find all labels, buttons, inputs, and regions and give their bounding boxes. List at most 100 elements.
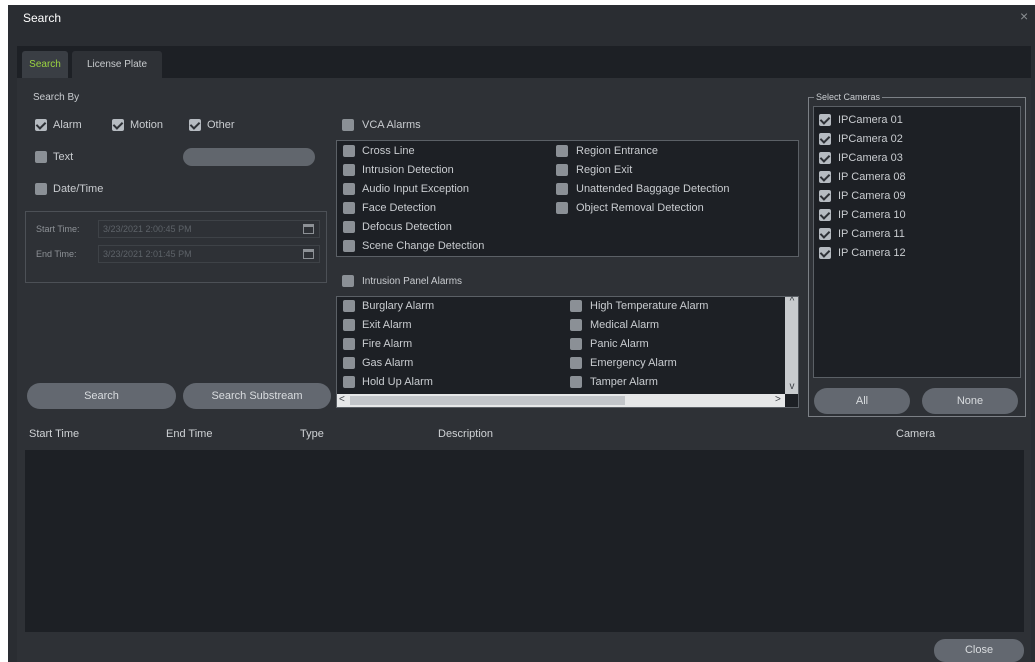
text-checkbox[interactable] bbox=[35, 151, 47, 163]
defocus-detection-label: Defocus Detection bbox=[362, 221, 452, 233]
camera-checkbox[interactable] bbox=[819, 171, 831, 183]
intrusion-detection-checkbox[interactable] bbox=[343, 164, 355, 176]
column-end-time[interactable]: End Time bbox=[166, 428, 212, 440]
camera-checkbox[interactable] bbox=[819, 152, 831, 164]
end-time-label: End Time: bbox=[36, 249, 77, 259]
cross-line-label: Cross Line bbox=[362, 145, 415, 157]
camera-checkbox[interactable] bbox=[819, 133, 831, 145]
intrusion-panel-alarms-label: Intrusion Panel Alarms bbox=[362, 276, 463, 287]
camera-label: IP Camera 08 bbox=[838, 171, 906, 183]
other-label: Other bbox=[207, 119, 235, 131]
camera-label: IPCamera 03 bbox=[838, 152, 903, 164]
start-time-input[interactable]: 3/23/2021 2:00:45 PM bbox=[98, 220, 320, 238]
column-type[interactable]: Type bbox=[300, 428, 324, 440]
camera-list bbox=[813, 106, 1021, 378]
window-close-icon[interactable]: × bbox=[1020, 8, 1028, 24]
scroll-down-icon[interactable]: v bbox=[787, 381, 797, 392]
medical-alarm-checkbox[interactable] bbox=[570, 319, 582, 331]
burglary-alarm-label: Burglary Alarm bbox=[362, 300, 435, 312]
fire-alarm-checkbox[interactable] bbox=[343, 338, 355, 350]
camera-label: IP Camera 12 bbox=[838, 247, 906, 259]
camera-label: IPCamera 02 bbox=[838, 133, 903, 145]
tamper-alarm-checkbox[interactable] bbox=[570, 376, 582, 388]
datetime-label: Date/Time bbox=[53, 183, 104, 195]
camera-label: IPCamera 01 bbox=[838, 114, 903, 126]
tab-strip bbox=[17, 46, 1031, 78]
fire-alarm-label: Fire Alarm bbox=[362, 338, 413, 350]
region-exit-checkbox[interactable] bbox=[556, 164, 568, 176]
unattended-baggage-checkbox[interactable] bbox=[556, 183, 568, 195]
face-detection-checkbox[interactable] bbox=[343, 202, 355, 214]
region-exit-label: Region Exit bbox=[576, 164, 633, 176]
camera-checkbox[interactable] bbox=[819, 190, 831, 202]
horizontal-scroll-thumb[interactable] bbox=[350, 396, 625, 405]
camera-checkbox[interactable] bbox=[819, 247, 831, 259]
cross-line-checkbox[interactable] bbox=[343, 145, 355, 157]
select-cameras-legend: Select Cameras bbox=[814, 92, 883, 102]
motion-checkbox[interactable] bbox=[112, 119, 124, 131]
audio-input-exception-label: Audio Input Exception bbox=[362, 183, 470, 195]
high-temperature-alarm-label: High Temperature Alarm bbox=[590, 300, 709, 312]
emergency-alarm-label: Emergency Alarm bbox=[590, 357, 677, 369]
window-title: Search bbox=[23, 11, 62, 25]
hold-up-alarm-label: Hold Up Alarm bbox=[362, 376, 433, 388]
vca-alarms-label: VCA Alarms bbox=[362, 119, 421, 131]
alarm-checkbox[interactable] bbox=[35, 119, 47, 131]
camera-label: IP Camera 10 bbox=[838, 209, 906, 221]
intrusion-alarm-list bbox=[336, 296, 799, 408]
hold-up-alarm-checkbox[interactable] bbox=[343, 376, 355, 388]
alarm-label: Alarm bbox=[53, 119, 82, 131]
tab-license-plate[interactable]: License Plate bbox=[72, 51, 162, 78]
scroll-right-icon[interactable]: > bbox=[775, 394, 781, 405]
select-none-cameras-button[interactable]: None bbox=[922, 388, 1018, 414]
audio-input-exception-checkbox[interactable] bbox=[343, 183, 355, 195]
column-description[interactable]: Description bbox=[438, 428, 493, 440]
search-button[interactable]: Search bbox=[27, 383, 176, 409]
column-camera[interactable]: Camera bbox=[896, 428, 935, 440]
start-calendar-icon[interactable] bbox=[303, 224, 314, 234]
scene-change-detection-checkbox[interactable] bbox=[343, 240, 355, 252]
text-search-input[interactable] bbox=[183, 148, 315, 166]
scene-change-detection-label: Scene Change Detection bbox=[362, 240, 485, 252]
high-temperature-alarm-checkbox[interactable] bbox=[570, 300, 582, 312]
start-time-label: Start Time: bbox=[36, 224, 80, 234]
results-table-body bbox=[25, 450, 1024, 633]
datetime-checkbox[interactable] bbox=[35, 183, 47, 195]
close-button[interactable]: Close bbox=[934, 639, 1024, 662]
select-all-cameras-button[interactable]: All bbox=[814, 388, 910, 414]
column-start-time[interactable]: Start Time bbox=[29, 428, 79, 440]
intrusion-panel-alarms-checkbox[interactable] bbox=[342, 275, 354, 287]
camera-checkbox[interactable] bbox=[819, 228, 831, 240]
camera-label: IP Camera 11 bbox=[838, 228, 905, 240]
panic-alarm-label: Panic Alarm bbox=[590, 338, 649, 350]
unattended-baggage-label: Unattended Baggage Detection bbox=[576, 183, 730, 195]
gas-alarm-label: Gas Alarm bbox=[362, 357, 414, 369]
search-substream-button[interactable]: Search Substream bbox=[183, 383, 331, 409]
scroll-up-icon[interactable]: ^ bbox=[787, 296, 797, 307]
vca-alarms-checkbox[interactable] bbox=[342, 119, 354, 131]
emergency-alarm-checkbox[interactable] bbox=[570, 357, 582, 369]
camera-checkbox[interactable] bbox=[819, 114, 831, 126]
medical-alarm-label: Medical Alarm bbox=[590, 319, 660, 331]
end-time-input[interactable]: 3/23/2021 2:01:45 PM bbox=[98, 245, 320, 263]
object-removal-label: Object Removal Detection bbox=[576, 202, 704, 214]
tamper-alarm-label: Tamper Alarm bbox=[590, 376, 658, 388]
exit-alarm-label: Exit Alarm bbox=[362, 319, 412, 331]
title-bar bbox=[8, 5, 1035, 31]
dialog-footer bbox=[17, 632, 1031, 662]
camera-checkbox[interactable] bbox=[819, 209, 831, 221]
panic-alarm-checkbox[interactable] bbox=[570, 338, 582, 350]
other-checkbox[interactable] bbox=[189, 119, 201, 131]
exit-alarm-checkbox[interactable] bbox=[343, 319, 355, 331]
burglary-alarm-checkbox[interactable] bbox=[343, 300, 355, 312]
vertical-scrollbar[interactable] bbox=[785, 297, 798, 394]
scroll-left-icon[interactable]: < bbox=[339, 394, 345, 405]
text-label: Text bbox=[53, 151, 74, 163]
tab-search[interactable]: Search bbox=[22, 51, 68, 78]
camera-label: IP Camera 09 bbox=[838, 190, 906, 202]
end-calendar-icon[interactable] bbox=[303, 249, 314, 259]
region-entrance-checkbox[interactable] bbox=[556, 145, 568, 157]
gas-alarm-checkbox[interactable] bbox=[343, 357, 355, 369]
object-removal-checkbox[interactable] bbox=[556, 202, 568, 214]
defocus-detection-checkbox[interactable] bbox=[343, 221, 355, 233]
